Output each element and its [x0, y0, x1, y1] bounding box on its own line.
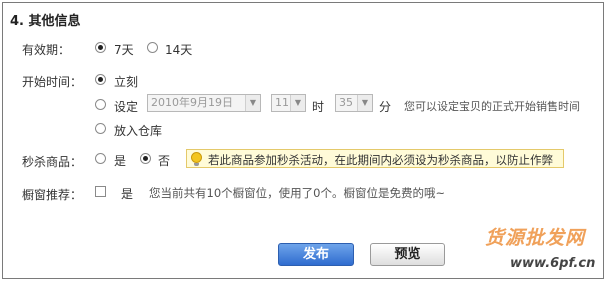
chevron-down-icon: ▼: [290, 95, 305, 111]
watermark-text: 货源批发网: [485, 227, 586, 249]
preview-button[interactable]: 预览: [370, 243, 445, 266]
showcase-hint: 您当前共有10个橱窗位，使用了0个。橱窗位是免费的哦~: [149, 186, 446, 200]
validity-14-days-radio[interactable]: [147, 42, 158, 53]
start-minute-value: 35: [339, 96, 353, 109]
section-title: 4. 其他信息: [10, 14, 81, 29]
hour-unit: 时: [312, 100, 325, 114]
minute-unit: 分: [379, 100, 392, 114]
chevron-down-icon: ▼: [357, 95, 372, 111]
flash-sale-no-label: 否: [158, 154, 171, 168]
flash-sale-tip: 若此商品参加秒杀活动，在此期间内必须设为秒杀商品，以防止作弊: [186, 149, 564, 168]
start-warehouse-label: 放入仓库: [114, 124, 163, 138]
showcase-checkbox-label: 是: [121, 187, 134, 201]
start-hour-value: 11: [275, 96, 289, 109]
chevron-down-icon: ▼: [245, 95, 260, 111]
validity-7-days-radio[interactable]: [95, 42, 106, 53]
start-date-value: 2010年9月19日: [151, 96, 233, 109]
flash-sale-label: 秒杀商品：: [22, 155, 83, 169]
start-immediate-radio[interactable]: [95, 74, 106, 85]
flash-sale-yes-radio[interactable]: [95, 153, 106, 164]
showcase-label: 橱窗推荐：: [22, 188, 83, 202]
start-scheduled-label: 设定: [114, 100, 139, 114]
start-warehouse-radio[interactable]: [95, 123, 106, 134]
start-immediate-label: 立刻: [114, 75, 139, 89]
showcase-checkbox[interactable]: [95, 186, 106, 197]
publish-button[interactable]: 发布: [278, 243, 354, 266]
validity-label: 有效期：: [22, 43, 71, 57]
flash-sale-yes-label: 是: [114, 154, 127, 168]
start-date-select[interactable]: 2010年9月19日 ▼: [147, 94, 261, 112]
watermark-url: www.6pf.cn: [510, 256, 596, 271]
flash-sale-no-radio[interactable]: [140, 153, 151, 164]
start-minute-select[interactable]: 35 ▼: [335, 94, 373, 112]
start-hour-select[interactable]: 11 ▼: [271, 94, 306, 112]
start-time-hint: 您可以设定宝贝的正式开始销售时间: [404, 100, 580, 113]
lightbulb-icon: [191, 152, 202, 166]
validity-7-days-label: 7天: [114, 43, 134, 57]
flash-sale-tip-text: 若此商品参加秒杀活动，在此期间内必须设为秒杀商品，以防止作弊: [208, 153, 553, 167]
start-time-label: 开始时间：: [22, 75, 83, 89]
validity-14-days-label: 14天: [165, 43, 193, 57]
start-scheduled-radio[interactable]: [95, 99, 106, 110]
